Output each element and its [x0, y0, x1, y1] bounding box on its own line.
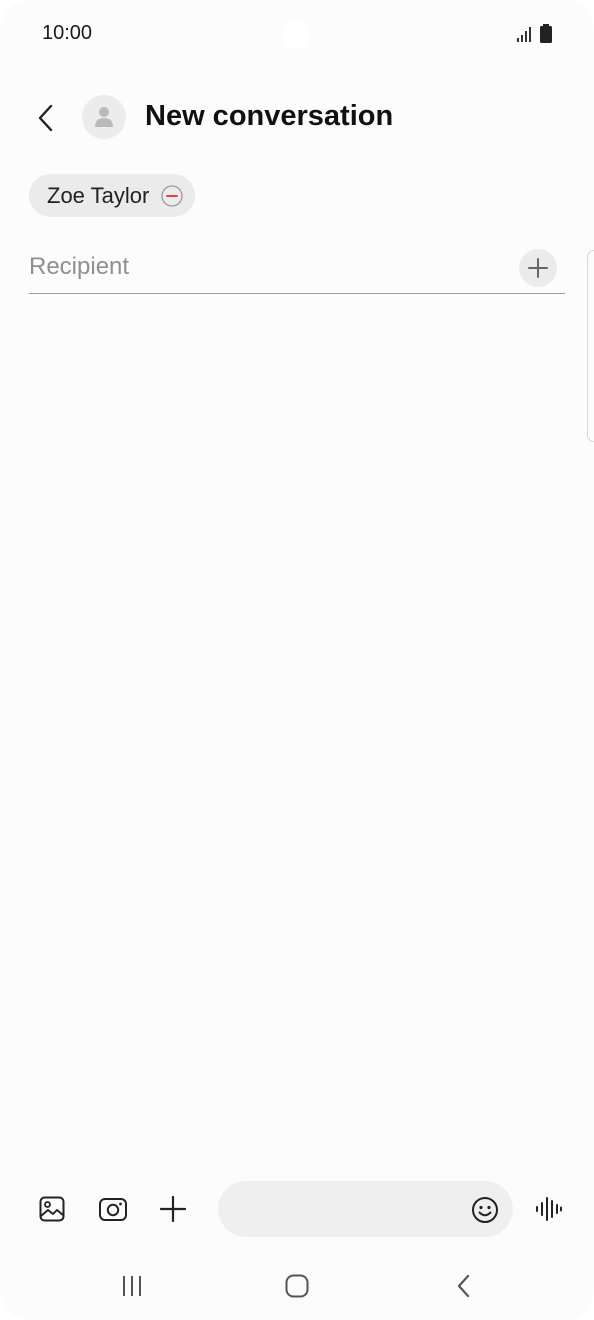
remove-recipient-button[interactable] — [161, 184, 183, 207]
message-field[interactable] — [218, 1181, 513, 1237]
minus-circle-icon — [161, 184, 183, 207]
recipient-chip[interactable]: Zoe Taylor — [29, 174, 196, 217]
emoji-button[interactable] — [469, 1194, 501, 1226]
recipient-input[interactable] — [29, 249, 499, 285]
message-input[interactable] — [238, 1191, 458, 1227]
battery-icon — [540, 24, 552, 43]
person-icon — [95, 107, 113, 127]
status-time: 10:00 — [42, 22, 93, 44]
camera-icon — [99, 1198, 127, 1221]
avatar[interactable] — [82, 95, 126, 139]
recipient-field-row — [29, 243, 565, 294]
navigation-bar — [0, 1256, 594, 1316]
messages-screen: 10:00 New conversation Zoe Taylor Recipi… — [0, 0, 594, 1320]
gallery-button[interactable] — [34, 1191, 70, 1227]
recent-apps-icon — [123, 1276, 141, 1296]
home-icon — [285, 1274, 309, 1298]
voice-record-button[interactable] — [531, 1191, 567, 1227]
add-recipient-button[interactable] — [519, 249, 557, 287]
nav-back-button[interactable] — [442, 1266, 486, 1306]
page-title: New conversation — [145, 100, 394, 132]
back-icon — [457, 1274, 470, 1298]
compose-bar — [0, 1180, 594, 1240]
plus-icon — [159, 1195, 187, 1223]
camera-button[interactable] — [95, 1191, 131, 1227]
status-icons — [516, 24, 556, 44]
plus-icon — [528, 258, 548, 278]
header: New conversation — [0, 88, 594, 148]
voice-wave-icon — [536, 1197, 562, 1221]
scroll-handle[interactable] — [587, 250, 594, 442]
front-camera — [282, 20, 310, 48]
emoji-icon — [472, 1197, 498, 1223]
status-bar: 10:00 — [0, 0, 594, 70]
attach-more-button[interactable] — [155, 1191, 191, 1227]
chevron-left-icon — [38, 104, 53, 132]
recipient-chip-label: Zoe Taylor — [47, 182, 150, 208]
back-button[interactable] — [26, 98, 66, 138]
recent-apps-button[interactable] — [110, 1266, 154, 1306]
gallery-icon — [39, 1196, 65, 1222]
signal-icon — [517, 27, 531, 42]
home-button[interactable] — [275, 1266, 319, 1306]
